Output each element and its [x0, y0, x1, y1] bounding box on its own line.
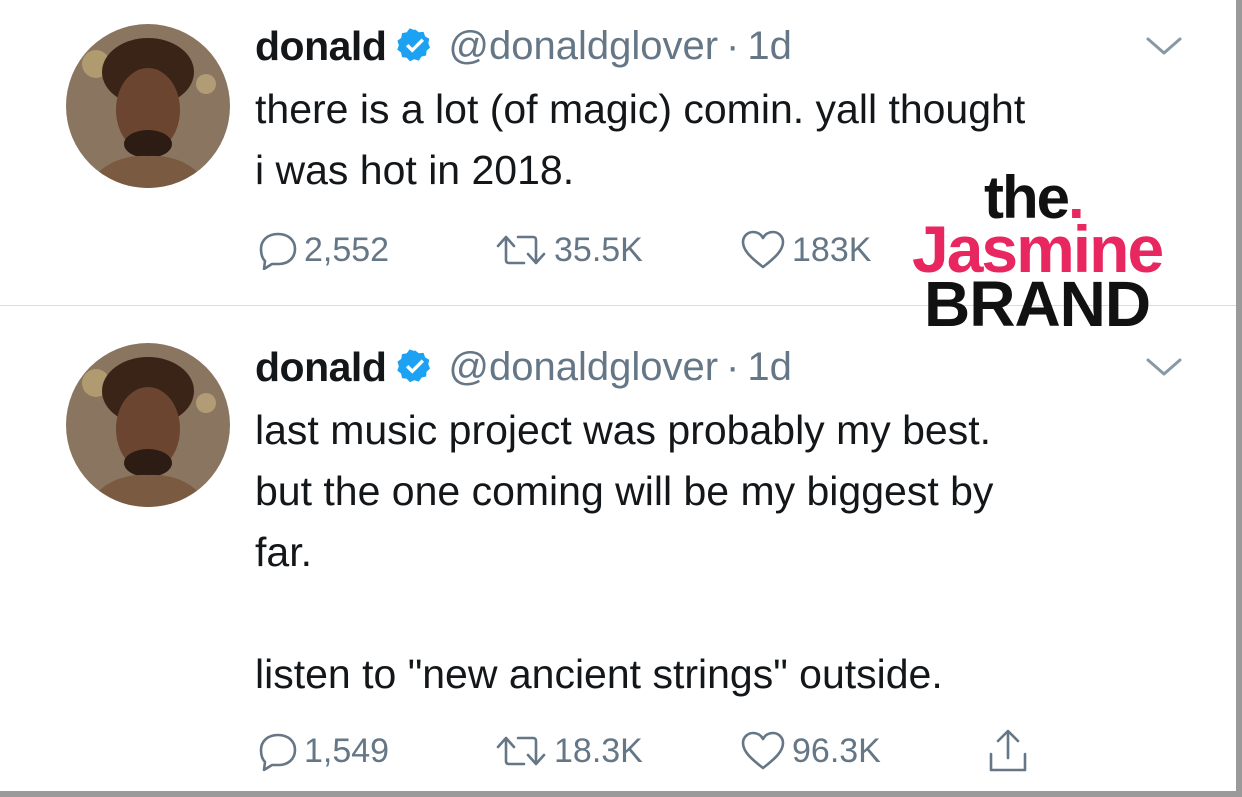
retweet-icon [496, 235, 546, 265]
chevron-down-icon[interactable] [1145, 34, 1183, 58]
retweet-count: 18.3K [554, 731, 643, 770]
tweet-actions: 1,549 18.3K 96.3K [258, 727, 1058, 775]
reply-icon [259, 733, 297, 771]
avatar[interactable] [66, 24, 230, 188]
watermark-brand: BRAND [924, 268, 1151, 340]
reply-button[interactable]: 2,552 [258, 226, 389, 274]
brand-watermark-logo: the. Jasmine BRAND [912, 168, 1202, 340]
like-button[interactable]: 96.3K [740, 727, 881, 775]
tweet-text: last music project was probably my best.… [255, 407, 994, 697]
avatar[interactable] [66, 343, 230, 507]
display-name[interactable]: donald [255, 344, 387, 391]
chevron-down-icon[interactable] [1145, 355, 1183, 379]
share-button[interactable] [986, 727, 1030, 775]
retweet-button[interactable]: 35.5K [494, 226, 643, 274]
tweet-2[interactable]: donald @donaldglover · 1d last music pro… [0, 307, 1236, 791]
user-handle[interactable]: @donaldglover [448, 345, 718, 390]
timestamp[interactable]: 1d [747, 345, 792, 390]
user-handle[interactable]: @donaldglover [448, 24, 718, 69]
verified-badge-icon [396, 27, 434, 65]
retweet-icon [496, 736, 546, 766]
like-count: 96.3K [792, 731, 881, 770]
verified-badge-icon [396, 348, 434, 386]
reply-icon [259, 232, 297, 270]
tweet-header: donald @donaldglover · 1d [255, 22, 792, 70]
like-count: 183K [792, 230, 872, 269]
separator-dot: · [726, 23, 740, 68]
separator-dot: · [726, 344, 740, 389]
retweet-button[interactable]: 18.3K [494, 727, 643, 775]
reply-count: 1,549 [304, 731, 390, 770]
reply-count: 2,552 [304, 230, 390, 269]
timestamp[interactable]: 1d [747, 24, 792, 69]
heart-icon [741, 731, 785, 770]
display-name[interactable]: donald [255, 23, 387, 70]
tweet-header: donald @donaldglover · 1d [255, 343, 792, 391]
like-button[interactable]: 183K [740, 226, 871, 274]
heart-icon [741, 230, 785, 269]
retweet-count: 35.5K [554, 230, 643, 269]
share-icon [989, 729, 1027, 772]
reply-button[interactable]: 1,549 [258, 727, 389, 775]
